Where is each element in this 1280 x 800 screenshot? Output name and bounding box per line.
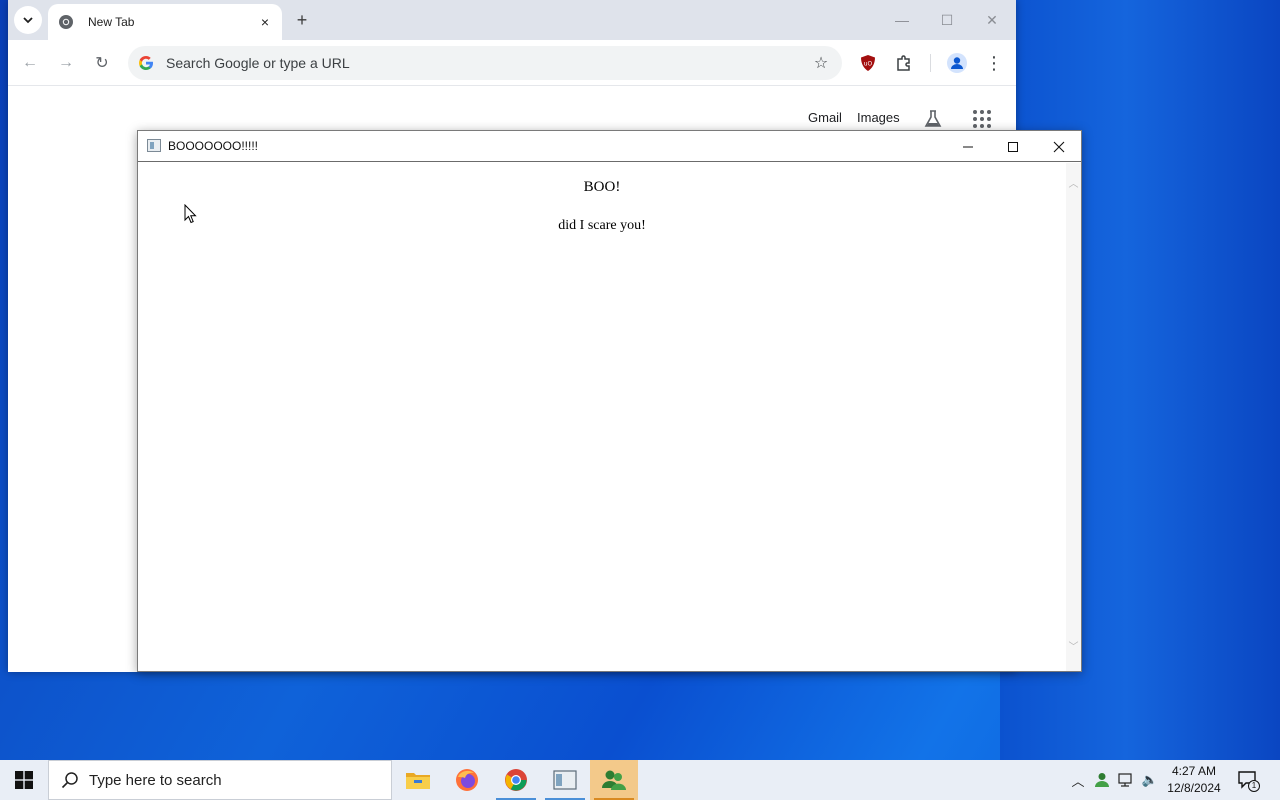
svg-text:uO: uO bbox=[864, 61, 873, 68]
taskbar-people-app[interactable] bbox=[590, 760, 638, 800]
popup-minimize-icon[interactable] bbox=[957, 136, 979, 158]
popup-title: BOOOOOOO!!!!! bbox=[168, 139, 259, 153]
popup-content: BOO! did I scare you! bbox=[138, 163, 1066, 671]
clock-date: 12/8/2024 bbox=[1167, 781, 1221, 795]
popup-window: BOOOOOOO!!!!! BOO! did I scare you! ︿ ﹀ bbox=[137, 130, 1082, 672]
tray-people-icon[interactable] bbox=[1092, 770, 1112, 790]
minimize-icon[interactable]: — bbox=[892, 10, 912, 30]
clock-time: 4:27 AM bbox=[1171, 764, 1217, 778]
notification-count-badge: 1 bbox=[1248, 780, 1260, 792]
popup-maximize-icon[interactable] bbox=[1002, 136, 1024, 158]
taskbar-window-app[interactable] bbox=[541, 760, 589, 800]
back-button[interactable]: ← bbox=[19, 52, 41, 74]
omnibox-placeholder: Search Google or type a URL bbox=[166, 55, 350, 71]
network-icon[interactable] bbox=[1116, 770, 1136, 790]
chrome-logo-icon bbox=[58, 14, 74, 30]
file-explorer-icon bbox=[406, 773, 430, 789]
google-g-icon bbox=[138, 55, 154, 71]
tab-strip: New Tab × + — ☐ ✕ bbox=[8, 0, 1016, 40]
boo-heading: BOO! bbox=[583, 179, 621, 195]
search-icon bbox=[61, 771, 79, 789]
forward-button[interactable]: → bbox=[55, 52, 77, 74]
popup-close-icon[interactable] bbox=[1048, 136, 1070, 158]
taskbar: Type here to search ︿ 🔈 4:27 AM 12/8/202… bbox=[0, 760, 1280, 800]
tab-close-icon[interactable]: × bbox=[256, 13, 274, 31]
start-button[interactable] bbox=[0, 760, 48, 800]
firefox-icon bbox=[456, 769, 478, 791]
window-app-icon bbox=[553, 770, 577, 790]
window-app-icon bbox=[147, 139, 161, 152]
popup-titlebar[interactable]: BOOOOOOO!!!!! bbox=[138, 131, 1081, 162]
mouse-cursor-icon bbox=[184, 204, 197, 224]
notification-center-icon[interactable]: 1 bbox=[1236, 768, 1260, 792]
chevron-down-icon bbox=[23, 17, 33, 24]
people-app-icon bbox=[602, 770, 626, 790]
browser-toolbar: ← → ↻ Search Google or type a URL ☆ uO ⋮ bbox=[8, 40, 1016, 86]
reload-button[interactable]: ↻ bbox=[91, 52, 113, 74]
tray-chevron-up-icon[interactable]: ︿ bbox=[1068, 770, 1088, 790]
chrome-icon bbox=[505, 769, 527, 791]
omnibox[interactable]: Search Google or type a URL ☆ bbox=[128, 46, 842, 80]
search-placeholder: Type here to search bbox=[89, 771, 222, 789]
taskbar-clock[interactable]: 4:27 AM 12/8/2024 bbox=[1162, 763, 1226, 797]
volume-icon[interactable]: 🔈 bbox=[1140, 770, 1160, 790]
tab-title: New Tab bbox=[88, 15, 135, 29]
tab-search-button[interactable] bbox=[14, 6, 42, 34]
ublock-origin-icon[interactable]: uO bbox=[857, 52, 879, 74]
bookmark-star-icon[interactable]: ☆ bbox=[812, 54, 830, 72]
tab-new-tab[interactable]: New Tab × bbox=[48, 4, 282, 40]
taskbar-firefox[interactable] bbox=[443, 760, 491, 800]
maximize-icon[interactable]: ☐ bbox=[937, 10, 957, 30]
labs-flask-icon[interactable] bbox=[922, 108, 944, 130]
new-tab-button[interactable]: + bbox=[290, 8, 314, 32]
taskbar-search-box[interactable]: Type here to search bbox=[48, 760, 392, 800]
toolbar-divider bbox=[930, 54, 931, 72]
gmail-link[interactable]: Gmail bbox=[808, 110, 842, 125]
boo-message: did I scare you! bbox=[558, 218, 646, 233]
scroll-up-arrow[interactable]: ︿ bbox=[1066, 175, 1081, 190]
taskbar-chrome[interactable] bbox=[492, 760, 540, 800]
close-icon[interactable]: ✕ bbox=[982, 10, 1002, 30]
taskbar-file-explorer[interactable] bbox=[394, 760, 442, 800]
windows-logo-icon bbox=[15, 771, 33, 789]
apps-grid-icon[interactable] bbox=[972, 109, 992, 129]
extensions-puzzle-icon[interactable] bbox=[893, 52, 915, 74]
profile-avatar-icon[interactable] bbox=[946, 52, 968, 74]
popup-scrollbar[interactable]: ︿ ﹀ bbox=[1066, 163, 1081, 671]
scroll-down-arrow[interactable]: ﹀ bbox=[1066, 638, 1081, 653]
chrome-menu-icon[interactable]: ⋮ bbox=[983, 52, 1005, 74]
images-link[interactable]: Images bbox=[857, 110, 900, 125]
